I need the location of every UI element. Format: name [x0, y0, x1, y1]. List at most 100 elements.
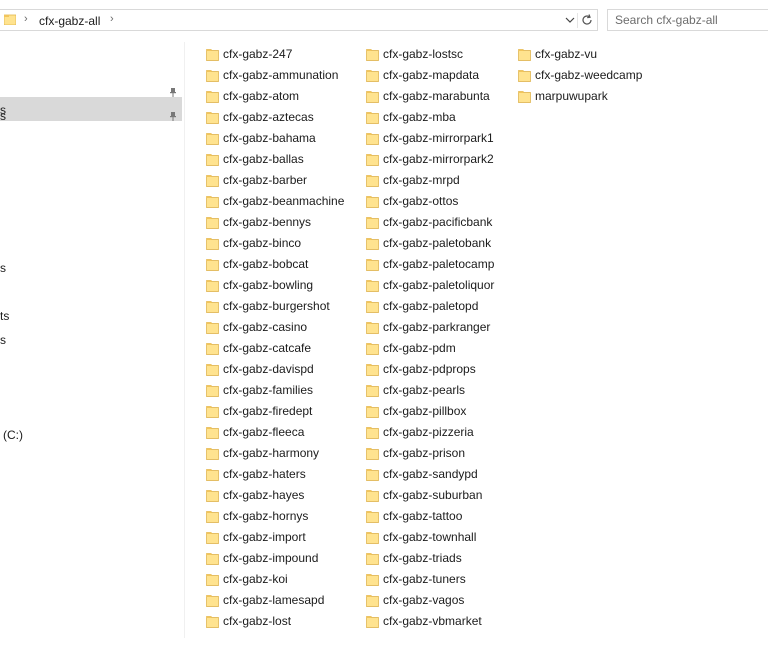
search-input[interactable]	[615, 11, 765, 29]
folder-item[interactable]: cfx-gabz-pillbox	[366, 401, 466, 421]
folder-item[interactable]: cfx-gabz-import	[206, 527, 306, 547]
nav-item-label[interactable]: s	[0, 109, 6, 123]
folder-name: cfx-gabz-binco	[223, 236, 302, 250]
folder-item[interactable]: cfx-gabz-ammunation	[206, 65, 338, 85]
nav-item-selected-highlight[interactable]	[0, 97, 182, 121]
pin-icon[interactable]	[168, 111, 178, 121]
folder-item[interactable]: cfx-gabz-lost	[206, 611, 291, 631]
folder-item[interactable]: cfx-gabz-families	[206, 380, 313, 400]
folder-name: cfx-gabz-mapdata	[383, 68, 480, 82]
folder-item[interactable]: cfx-gabz-247	[206, 44, 292, 64]
folder-icon	[366, 427, 379, 439]
folder-item[interactable]: cfx-gabz-parkranger	[366, 317, 490, 337]
folder-item[interactable]: cfx-gabz-mrpd	[366, 170, 460, 190]
folder-icon	[366, 217, 379, 229]
folder-item[interactable]: cfx-gabz-paletopd	[366, 296, 478, 316]
folder-name: cfx-gabz-firedept	[223, 404, 313, 418]
folder-item[interactable]: cfx-gabz-ottos	[366, 191, 458, 211]
folder-item[interactable]: cfx-gabz-pdm	[366, 338, 456, 358]
folder-item[interactable]: cfx-gabz-ballas	[206, 149, 304, 169]
nav-item-drive-c[interactable]: (C:)	[3, 428, 23, 442]
folder-item[interactable]: cfx-gabz-pizzeria	[366, 422, 474, 442]
refresh-icon[interactable]	[580, 13, 594, 27]
folder-item[interactable]: cfx-gabz-tuners	[366, 569, 466, 589]
folder-item[interactable]: cfx-gabz-bennys	[206, 212, 311, 232]
folder-item[interactable]: cfx-gabz-pearls	[366, 380, 465, 400]
folder-item[interactable]: cfx-gabz-mirrorpark1	[366, 128, 494, 148]
folder-item[interactable]: cfx-gabz-vagos	[366, 590, 464, 610]
folder-item[interactable]: cfx-gabz-lamesapd	[206, 590, 324, 610]
chevron-right-icon[interactable]: ›	[110, 13, 114, 25]
folder-icon	[206, 469, 219, 481]
folder-icon	[366, 133, 379, 145]
folder-item[interactable]: cfx-gabz-impound	[206, 548, 318, 568]
breadcrumb-current-folder[interactable]: cfx-gabz-all	[39, 14, 100, 28]
folder-name: marpuwupark	[535, 89, 608, 103]
folder-item[interactable]: cfx-gabz-bobcat	[206, 254, 308, 274]
folder-item[interactable]: cfx-gabz-davispd	[206, 359, 314, 379]
folder-item[interactable]: cfx-gabz-hornys	[206, 506, 308, 526]
folder-name: cfx-gabz-pillbox	[383, 404, 467, 418]
folder-item[interactable]: cfx-gabz-paletoliquor	[366, 275, 494, 295]
folder-item[interactable]: cfx-gabz-townhall	[366, 527, 476, 547]
pin-icon[interactable]	[168, 87, 178, 97]
folder-item[interactable]: cfx-gabz-barber	[206, 170, 307, 190]
nav-item-label[interactable]: s	[0, 333, 6, 347]
folder-icon	[518, 49, 531, 61]
folder-item[interactable]: cfx-gabz-mba	[366, 107, 456, 127]
folder-item[interactable]: cfx-gabz-aztecas	[206, 107, 314, 127]
folder-item[interactable]: cfx-gabz-bahama	[206, 128, 316, 148]
folder-item[interactable]: cfx-gabz-paletocamp	[366, 254, 494, 274]
folder-item[interactable]: cfx-gabz-firedept	[206, 401, 312, 421]
search-box[interactable]	[607, 9, 768, 31]
folder-item[interactable]: cfx-gabz-mirrorpark2	[366, 149, 494, 169]
folder-item[interactable]: cfx-gabz-harmony	[206, 443, 319, 463]
folder-name: cfx-gabz-casino	[223, 320, 308, 334]
folder-name: cfx-gabz-davispd	[223, 362, 314, 376]
folder-item[interactable]: cfx-gabz-atom	[206, 86, 299, 106]
folder-item[interactable]: cfx-gabz-mapdata	[366, 65, 479, 85]
folder-item[interactable]: cfx-gabz-sandypd	[366, 464, 478, 484]
folder-item[interactable]: cfx-gabz-prison	[366, 443, 465, 463]
folder-icon	[366, 406, 379, 418]
folder-item[interactable]: cfx-gabz-casino	[206, 317, 307, 337]
folder-icon	[206, 154, 219, 166]
folder-item[interactable]: cfx-gabz-fleeca	[206, 422, 304, 442]
folder-icon	[366, 154, 379, 166]
folder-icon	[206, 175, 219, 187]
folder-icon	[366, 511, 379, 523]
folder-icon	[366, 196, 379, 208]
folder-item[interactable]: cfx-gabz-lostsc	[366, 44, 463, 64]
nav-item-label[interactable]: s	[0, 261, 6, 275]
folder-item[interactable]: marpuwupark	[518, 86, 608, 106]
folder-name: cfx-gabz-pdprops	[383, 362, 476, 376]
folder-item[interactable]: cfx-gabz-koi	[206, 569, 288, 589]
chevron-right-icon[interactable]: ›	[24, 13, 28, 25]
chevron-down-icon[interactable]	[564, 14, 576, 26]
folder-item[interactable]: cfx-gabz-marabunta	[366, 86, 490, 106]
folder-item[interactable]: cfx-gabz-beanmachine	[206, 191, 344, 211]
folder-item[interactable]: cfx-gabz-vu	[518, 44, 597, 64]
folder-item[interactable]: cfx-gabz-suburban	[366, 485, 482, 505]
folder-item[interactable]: cfx-gabz-catcafe	[206, 338, 311, 358]
folder-item[interactable]: cfx-gabz-tattoo	[366, 506, 462, 526]
folder-icon	[206, 49, 219, 61]
folder-item[interactable]: cfx-gabz-bowling	[206, 275, 313, 295]
folder-item[interactable]: cfx-gabz-hayes	[206, 485, 304, 505]
folder-item[interactable]: cfx-gabz-weedcamp	[518, 65, 642, 85]
folder-item[interactable]: cfx-gabz-triads	[366, 548, 462, 568]
folder-name: cfx-gabz-ballas	[223, 152, 304, 166]
folder-item[interactable]: cfx-gabz-haters	[206, 464, 306, 484]
folder-item[interactable]: cfx-gabz-binco	[206, 233, 301, 253]
folder-item[interactable]: cfx-gabz-burgershot	[206, 296, 330, 316]
folder-item[interactable]: cfx-gabz-pacificbank	[366, 212, 492, 232]
folder-icon	[366, 385, 379, 397]
folder-icon	[366, 469, 379, 481]
folder-item[interactable]: cfx-gabz-pdprops	[366, 359, 476, 379]
folder-icon	[206, 133, 219, 145]
folder-item[interactable]: cfx-gabz-paletobank	[366, 233, 491, 253]
address-bar[interactable]: › cfx-gabz-all ›	[0, 9, 598, 31]
folder-name: cfx-gabz-sandypd	[383, 467, 478, 481]
nav-item-label[interactable]: ts	[0, 309, 9, 323]
folder-item[interactable]: cfx-gabz-vbmarket	[366, 611, 482, 631]
